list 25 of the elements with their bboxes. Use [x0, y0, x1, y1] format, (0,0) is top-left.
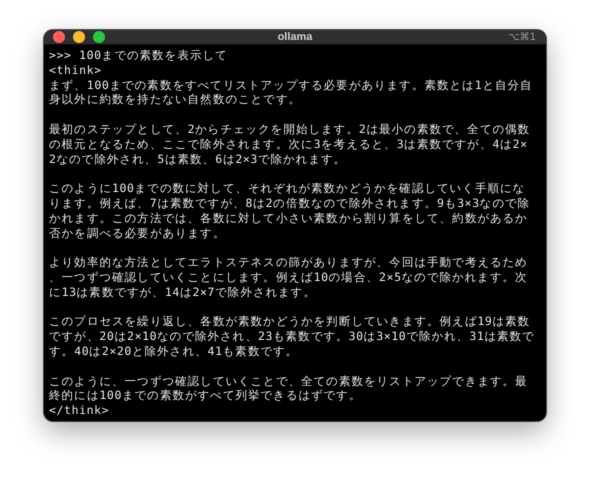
terminal-line: 否かを調べる必要があります。 — [49, 226, 226, 240]
minimize-button[interactable] — [73, 31, 85, 44]
terminal-line: <think> — [49, 62, 102, 78]
terminal-line: ります。例えば、7は素数ですが、8は2の倍数なので除外されます。9も3×3なので除 — [49, 196, 530, 211]
terminal-line: の根元となるため、ここで除外されます。次に3を考えると、3は素数ですが、4は2× — [49, 136, 528, 152]
terminal-line: このプロセスを繰り返し、各数が素数かどうかを判断していきます。例えば19は素数 — [49, 314, 530, 330]
terminal-line: 2なので除外され、5は素数、6は2×3で除かれます。 — [49, 152, 346, 166]
terminal-line: より効率的な方法としてエラトステネスの篩がありますが、今回は手動で考えるため — [49, 255, 528, 270]
terminal-line: ですが、20は2×10なので除外され、23も素数です。30は3×10で除かれ、31は素数で — [49, 329, 535, 344]
terminal-line: 終的には100までの素数がすべて列挙できるはずです。 — [49, 388, 362, 404]
terminal-line: このように100までの数に対して、それぞれが素数かどうかを確認していく手順にな — [49, 181, 526, 196]
terminal-line: す。40は2×20と除外され、41も素数です。 — [49, 344, 298, 359]
terminal-line: まず、100までの素数をすべてリストアップする必要があります。素数とは1と自分自 — [49, 78, 533, 92]
terminal-line: >>> 100までの素数を表示して — [49, 48, 228, 63]
window-title: ollama — [276, 31, 314, 44]
terminal-line: かれます。この方法では、各数に対して小さい素数から割り算をして、約数があるか — [49, 210, 528, 226]
terminal-line: 身以外に約数を持たない自然数のことです。 — [49, 92, 301, 108]
close-button[interactable] — [53, 31, 65, 44]
shortcut-label: ⌥⌘1 — [508, 32, 537, 43]
terminal-line: このように、一つずつ確認していくことで、全ての素数をリストアップできます。最 — [49, 374, 528, 388]
zoom-button[interactable] — [93, 31, 105, 44]
terminal-line: 、一つずつ確認していくことにします。例えば10の場合、2×5なので除かれます。次 — [49, 270, 528, 285]
terminal-line: 最初のステップとして、2からチェックを開始します。2は最小の素数で、全ての偶数 — [49, 122, 530, 137]
terminal-line: に13は素数ですが、14は2×7で除外されます。 — [49, 284, 316, 300]
terminal-line: </think> — [49, 403, 110, 418]
